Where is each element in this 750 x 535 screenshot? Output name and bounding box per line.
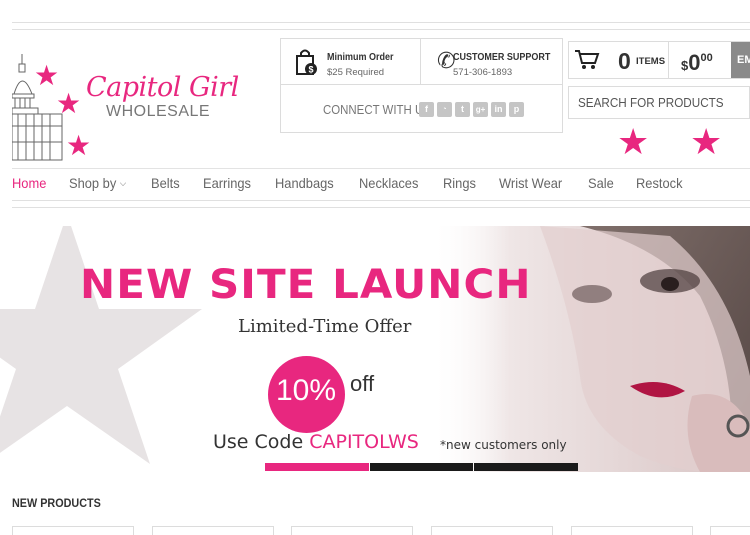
discount-off-label: off — [350, 371, 375, 396]
search-box — [568, 86, 750, 119]
minimum-order-title: Minimum Order — [327, 52, 394, 63]
customer-support-phone[interactable]: 571-306-1893 — [453, 67, 512, 78]
slide-indicator-3[interactable] — [474, 463, 578, 471]
cart-summary[interactable]: 0 ITEMS $000 EM — [568, 41, 750, 79]
customer-support-title: CUSTOMER SUPPORT — [453, 52, 551, 63]
chevron-down-icon: ⌵ — [120, 178, 127, 188]
store-info-box: $ Minimum Order $25 Required ✆ CUSTOMER … — [280, 38, 563, 133]
customer-support-cell[interactable]: ✆ CUSTOMER SUPPORT 571-306-1893 — [421, 39, 564, 85]
social-links: f ◔ t g+ in p — [419, 102, 524, 117]
cart-button[interactable]: EM — [731, 42, 750, 78]
logo-script-text: Capitol Girl — [86, 72, 239, 103]
star-icon: ★ — [34, 60, 60, 91]
promo-note: *new customers only — [440, 438, 567, 452]
cart-separator — [668, 42, 669, 78]
nav-item-shop-by-label: Shop by — [69, 175, 117, 191]
top-divider — [12, 22, 750, 30]
product-card[interactable] — [710, 526, 750, 535]
cart-icon — [575, 50, 600, 69]
minimum-order-cell: $ Minimum Order $25 Required — [281, 39, 421, 85]
connect-with-us-label: CONNECT WITH US — [323, 102, 431, 117]
star-icon: ★ — [66, 130, 92, 161]
nav-item-sale[interactable]: Sale — [588, 175, 614, 197]
linkedin-icon[interactable]: in — [491, 102, 506, 117]
promo-code-prefix: Use Code — [213, 431, 310, 453]
banner-offer: Limited-Time Offer — [238, 316, 412, 337]
pinterest-icon[interactable]: p — [509, 102, 524, 117]
shopping-bag-icon: $ — [296, 49, 317, 75]
cart-item-count: 0 — [618, 48, 631, 74]
promo-code: CAPITOLWS — [309, 431, 419, 453]
nav-item-home[interactable]: Home — [12, 175, 46, 197]
nav-bottom-divider — [12, 200, 750, 208]
main-nav: Home Shop by ⌵ Belts Earrings Handbags N… — [12, 175, 706, 197]
discount-percent: 10% — [276, 374, 337, 407]
star-icon: ★ — [690, 121, 723, 162]
site-logo[interactable]: ★ ★ ★ Capitol Girl WHOLESALE — [12, 40, 272, 170]
new-products-heading: NEW PRODUCTS — [12, 496, 101, 510]
minimum-order-sub: $25 Required — [327, 67, 385, 78]
star-icon: ★ — [617, 121, 650, 162]
facebook-icon[interactable]: f — [419, 102, 434, 117]
nav-item-necklaces[interactable]: Necklaces — [359, 175, 418, 197]
search-input[interactable] — [569, 87, 731, 118]
rss-icon[interactable]: ◔ — [437, 102, 452, 117]
nav-item-restock[interactable]: Restock — [636, 175, 683, 197]
star-icon: ★ — [56, 88, 82, 119]
nav-item-rings[interactable]: Rings — [443, 175, 476, 197]
svg-text:$: $ — [308, 65, 313, 75]
product-card[interactable] — [571, 526, 693, 535]
slide-indicator-2[interactable] — [370, 463, 473, 471]
banner-title: NEW SITE LAUNCH — [80, 262, 532, 308]
product-card[interactable] — [12, 526, 134, 535]
google-plus-icon[interactable]: g+ — [473, 102, 488, 117]
logo-wholesale-text: WHOLESALE — [106, 103, 211, 120]
nav-item-shop-by[interactable]: Shop by ⌵ — [69, 175, 126, 197]
nav-item-handbags[interactable]: Handbags — [275, 175, 334, 197]
nav-item-belts[interactable]: Belts — [151, 175, 180, 197]
product-card[interactable] — [431, 526, 553, 535]
product-card[interactable] — [152, 526, 274, 535]
nav-item-earrings[interactable]: Earrings — [203, 175, 251, 197]
cart-items-label: ITEMS — [636, 56, 666, 67]
cart-total: $000 — [681, 50, 713, 76]
cart-cents: 00 — [700, 52, 713, 64]
info-row: $ Minimum Order $25 Required ✆ CUSTOMER … — [281, 39, 562, 85]
cart-amount: 0 — [688, 50, 701, 75]
slide-indicator-1[interactable] — [265, 463, 369, 471]
twitter-icon[interactable]: t — [455, 102, 470, 117]
product-card[interactable] — [291, 526, 413, 535]
promo-code-line: Use Code CAPITOLWS — [213, 431, 419, 453]
nav-top-divider — [12, 168, 750, 169]
hero-banner[interactable]: NEW SITE LAUNCH Limited-Time Offer 10% o… — [0, 226, 750, 472]
nav-item-wrist-wear[interactable]: Wrist Wear — [499, 175, 562, 197]
